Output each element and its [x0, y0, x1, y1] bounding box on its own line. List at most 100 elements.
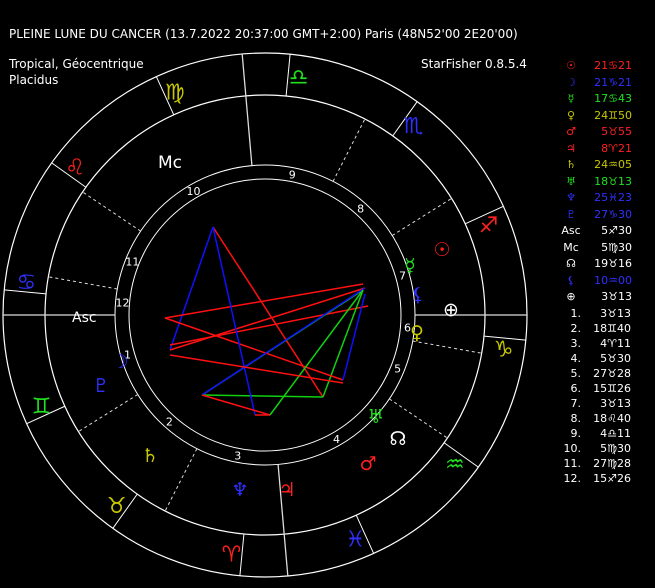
house-number: 8: [357, 203, 364, 216]
virgo-icon: ♍: [165, 81, 185, 106]
node-icon: ☊: [566, 257, 576, 270]
midheaven-marker: Mc: [158, 153, 182, 173]
planet-position-value: 21♋21: [594, 59, 632, 72]
house-cusp-row: 7. 3♉13: [553, 397, 632, 410]
house-cusp-value: 27♉28: [593, 367, 631, 380]
house-cusp-value: 5♉30: [600, 352, 631, 365]
house-cusp-row: 9. 4♎11: [553, 427, 632, 440]
house-cusp-line: [48, 276, 118, 290]
planet-position-value: 5♐30: [601, 224, 632, 237]
chart-uranus-icon: ♅: [367, 406, 384, 428]
house-cusp-value: 18♊40: [593, 322, 631, 335]
house-cusp-row: 5. 27♉28: [553, 367, 632, 380]
house-cusp-value: 15♐26: [593, 472, 631, 485]
house-number-label: 8.: [570, 412, 582, 425]
chart-neptune-icon: ♆: [231, 479, 248, 501]
house-cusp-value: 27♍28: [593, 457, 631, 470]
house-cusp-row: 12. 15♐26: [553, 472, 632, 485]
planet-position-value: 5♍30: [601, 240, 632, 254]
house-cusp-row: 10. 5♍30: [553, 442, 632, 455]
house-number: 5: [394, 363, 401, 376]
house-number-label: 10.: [563, 442, 582, 455]
chart-jupiter-icon: ♃: [278, 479, 295, 501]
planet-row: ♇ 27♑30: [560, 208, 632, 221]
chart-mars-icon: ♂: [359, 453, 376, 475]
planet-row: ♃ 8♈21: [560, 142, 632, 155]
house-cusp-value: 4♎11: [600, 427, 631, 440]
house-number: 4: [333, 433, 340, 446]
house-number-label: 12.: [563, 472, 582, 485]
house-cusp-row: 8. 18♌40: [553, 412, 632, 425]
planet-row: ⚸ 10♒00: [560, 274, 632, 287]
house-number: 10: [187, 185, 201, 198]
moon-icon: ☽: [566, 75, 576, 89]
chart-fortune-icon: ⊕: [443, 299, 459, 321]
house-cusp-value: 3♉13: [600, 307, 631, 320]
mercury-icon: ☿: [567, 92, 575, 105]
ascendant-marker: Asc: [72, 310, 97, 326]
planet-row: ♅ 18♉13: [560, 175, 632, 188]
planet-position-value: 24♊50: [594, 108, 632, 122]
house-cusp-row: 4. 5♉30: [553, 352, 632, 365]
capricorn-icon: ♑: [494, 338, 514, 363]
planet-row: ☉ 21♋21: [560, 59, 632, 72]
planet-position-value: 5♉55: [601, 125, 632, 138]
house-number: 11: [125, 255, 139, 268]
scorpio-icon: ♏: [404, 114, 424, 139]
planet-row: ♀ 24♊50: [560, 109, 632, 122]
planet-position-value: 21♑21: [594, 75, 632, 89]
house-number-label: 6.: [570, 382, 582, 395]
planet-position-value: 17♋43: [594, 92, 632, 105]
house-cusp-line: [332, 118, 366, 182]
sun-icon: ☉: [566, 59, 576, 72]
aquarius-icon: ♒: [445, 452, 465, 477]
sagittarius-icon: ♐: [479, 214, 499, 239]
house-cusp-line: [391, 197, 452, 236]
aspect-line: [212, 226, 256, 416]
ascendant-label: Asc: [561, 224, 581, 237]
house-cusp-row: 2. 18♊40: [553, 322, 632, 335]
house-number-label: 1.: [570, 307, 582, 320]
house-cusp-line: [78, 394, 139, 433]
aspect-line: [201, 394, 324, 398]
cancer-icon: ♋: [16, 270, 36, 295]
chart-sun-icon: ☉: [433, 239, 450, 261]
astrological-wheel: ♎♍♌♋♊♉♈♓♒♑♐♏123456789101112AscMc☽♇♄♆ ♃♂☊♅…: [2, 52, 528, 578]
chart-venus-icon: ♀: [410, 322, 424, 344]
planet-position-value: 19♉16: [594, 257, 632, 270]
house-number-label: 2.: [570, 322, 582, 335]
house-number-label: 7.: [570, 397, 582, 410]
planet-row: ♄ 24♒05: [560, 158, 632, 171]
house-cusp-line: [164, 448, 198, 512]
planet-position-value: 10♒00: [594, 273, 632, 287]
house-number-label: 5.: [570, 367, 582, 380]
wheel-labels: ♎♍♌♋♊♉♈♓♒♑♐♏123456789101112AscMc☽♇♄♆ ♃♂☊♅…: [16, 65, 513, 567]
house-cusp-row: 6. 15♊26: [553, 382, 632, 395]
aspect-line: [164, 317, 344, 381]
house-cusp-value: 15♊26: [593, 382, 631, 395]
planet-row: ☿ 17♋43: [560, 92, 632, 105]
house-number: 12: [116, 297, 130, 310]
planet-row: ♂ 5♉55: [560, 125, 632, 138]
house-cusp-value: 4♈11: [600, 337, 631, 350]
house-number-label: 4.: [570, 352, 582, 365]
house-cusp-line: [82, 191, 141, 232]
aspect-line: [342, 293, 366, 381]
lilith-icon: ⚸: [566, 273, 576, 287]
venus-icon: ♀: [566, 108, 576, 122]
planet-row: Asc 5♐30: [560, 224, 632, 237]
house-cusp-row: 1. 3♉13: [553, 307, 632, 320]
jupiter-icon: ♃: [566, 141, 576, 155]
house-cusp-value: 18♌40: [593, 412, 631, 425]
planet-position-value: 18♉13: [594, 174, 632, 188]
house-cusp-line: [241, 53, 253, 166]
libra-icon: ♎: [289, 65, 309, 90]
taurus-icon: ♉: [107, 494, 127, 519]
planet-position-value: 3♉13: [601, 290, 632, 303]
house-number-label: 9.: [570, 427, 582, 440]
planet-row: ⊕ 3♉13: [560, 290, 632, 303]
house-number: 3: [234, 449, 241, 462]
planet-row: ☊ 19♉16: [560, 257, 632, 270]
fortune-icon: ⊕: [566, 290, 576, 303]
midheaven-label: Mc: [563, 240, 579, 254]
